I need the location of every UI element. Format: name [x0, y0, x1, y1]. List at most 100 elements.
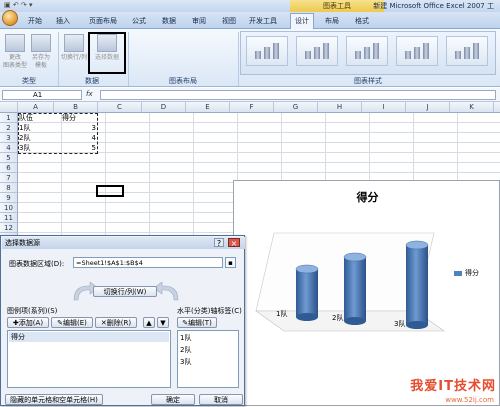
fx-icon[interactable]: fx [86, 90, 93, 98]
row-header-12[interactable]: 12 [0, 223, 18, 233]
tab-home[interactable]: 开始 [24, 14, 46, 28]
row-header-10[interactable]: 10 [0, 203, 18, 213]
column-header-i[interactable]: I [362, 102, 406, 113]
row-header-9[interactable]: 9 [0, 193, 18, 203]
tab-format[interactable]: 格式 [350, 14, 374, 28]
column-header-c[interactable]: C [98, 102, 142, 113]
column-header-f[interactable]: F [230, 102, 274, 113]
chart-bar-top-2 [343, 252, 367, 262]
collapse-range-icon[interactable]: ▪ [225, 257, 236, 268]
chart-plot-area[interactable] [234, 181, 500, 407]
select-data-highlight [88, 32, 126, 74]
chart-object[interactable]: 得分 1队 2队 3队 得分 [233, 180, 500, 406]
chart-type-icon [5, 34, 25, 52]
ok-button[interactable]: 确定 [151, 394, 195, 405]
edit-axis-button[interactable]: ✎编辑(T) [177, 317, 217, 328]
group-label-type: 类型 [22, 77, 36, 85]
chart-bar-3[interactable] [406, 245, 428, 325]
tab-data[interactable]: 数据 [158, 14, 180, 28]
series-list[interactable]: 得分 [7, 330, 171, 388]
name-box[interactable]: A1 [2, 90, 82, 100]
chart-bar-top-1 [295, 264, 319, 274]
ribbon-separator [238, 32, 239, 86]
edit-series-button[interactable]: ✎编辑(E) [51, 317, 93, 328]
chart-style-1[interactable] [246, 36, 288, 66]
close-icon[interactable]: × [228, 238, 240, 248]
chart-category-label-3: 3队 [394, 320, 406, 328]
column-header-l[interactable]: L [494, 102, 500, 113]
column-header-k[interactable]: K [450, 102, 494, 113]
row-header-5[interactable]: 5 [0, 153, 18, 163]
list-item: 3队 [180, 358, 192, 366]
tab-page-layout[interactable]: 页面布局 [84, 14, 122, 28]
tab-design[interactable]: 设计 [290, 13, 314, 29]
formula-input[interactable] [100, 90, 496, 100]
office-button[interactable] [2, 10, 18, 26]
row-header-6[interactable]: 6 [0, 163, 18, 173]
column-header-b[interactable]: B [54, 102, 98, 113]
hidden-empty-cells-button[interactable]: 隐藏的单元格和空单元格(H) [5, 394, 103, 405]
tab-review[interactable]: 审阅 [188, 14, 210, 28]
chart-bar-base-3 [406, 321, 428, 329]
axis-labels-list[interactable]: 1队 2队 3队 [177, 330, 239, 388]
list-item[interactable]: 得分 [9, 332, 169, 342]
switch-row-column-dialog-button[interactable]: 切换行/列(W) [93, 286, 157, 297]
column-header-d[interactable]: D [142, 102, 186, 113]
group-label-chart-layout: 图表布局 [169, 77, 197, 85]
legend-entry[interactable]: 得分 [465, 268, 479, 278]
chart-bar-1[interactable] [296, 269, 318, 317]
row-header-2[interactable]: 2 [0, 123, 18, 133]
select-all-corner[interactable] [0, 102, 18, 113]
dialog-title: 选择数据源 [2, 237, 245, 249]
chart-category-label-2: 2队 [332, 314, 344, 322]
row-header-3[interactable]: 3 [0, 133, 18, 143]
tab-insert[interactable]: 插入 [52, 14, 74, 28]
group-label-data: 数据 [85, 77, 99, 85]
chart-style-4[interactable] [396, 36, 438, 66]
row-header-11[interactable]: 11 [0, 213, 18, 223]
add-series-button[interactable]: ✚添加(A) [7, 317, 49, 328]
chart-bar-top-3 [405, 240, 429, 250]
row-header-8[interactable]: 8 [0, 183, 18, 193]
chart-bar-2[interactable] [344, 257, 366, 321]
ribbon-separator [128, 32, 129, 86]
watermark-url: www.52ij.com [445, 396, 494, 404]
tab-view[interactable]: 视图 [218, 14, 240, 28]
row-header-7[interactable]: 7 [0, 173, 18, 183]
chart-category-label-1: 1队 [276, 310, 288, 318]
chart-bar-base-1 [296, 313, 318, 321]
chart-bar-base-2 [344, 317, 366, 325]
column-header-g[interactable]: G [274, 102, 318, 113]
move-down-icon[interactable]: ▼ [157, 317, 169, 328]
column-header-j[interactable]: J [406, 102, 450, 113]
switch-row-column-button[interactable]: 切换行/列 [60, 34, 88, 62]
column-header-e[interactable]: E [186, 102, 230, 113]
chart-style-5[interactable] [446, 36, 488, 66]
column-header-h[interactable]: H [318, 102, 362, 113]
delete-series-button[interactable]: ✕删除(R) [95, 317, 137, 328]
chart-style-3[interactable] [346, 36, 388, 66]
move-up-icon[interactable]: ▲ [143, 317, 155, 328]
tab-layout[interactable]: 布局 [320, 14, 344, 28]
data-range-marquee [18, 113, 98, 154]
row-header-4[interactable]: 4 [0, 143, 18, 153]
column-header-a[interactable]: A [18, 102, 54, 113]
tab-developer[interactable]: 开发工具 [246, 14, 280, 28]
change-chart-type-button[interactable]: 更改 图表类型 [2, 34, 28, 70]
legend-swatch [454, 271, 462, 276]
row-header-1[interactable]: 1 [0, 113, 18, 123]
legend-entries-label: 图例项(系列)(S) [7, 307, 58, 315]
help-icon[interactable]: ? [214, 238, 224, 248]
axis-labels-label: 水平(分类)轴标签(C) [177, 307, 242, 315]
window-title: 新建 Microsoft Office Excel 2007 工 [373, 2, 494, 10]
chart-range-input[interactable]: =Sheet1!$A$1:$B$4 [73, 257, 223, 268]
list-item: 1队 [180, 334, 192, 342]
template-icon [31, 34, 51, 52]
tab-formulas[interactable]: 公式 [128, 14, 150, 28]
quick-access-toolbar[interactable]: ▣ ↶ ↷ ▾ [4, 1, 33, 9]
cancel-button[interactable]: 取消 [199, 394, 243, 405]
switch-row-column-icon [64, 34, 84, 52]
watermark-text: 我爱IT技术网 [410, 379, 496, 394]
save-as-template-button[interactable]: 另存为 模板 [28, 34, 54, 70]
chart-style-2[interactable] [296, 36, 338, 66]
